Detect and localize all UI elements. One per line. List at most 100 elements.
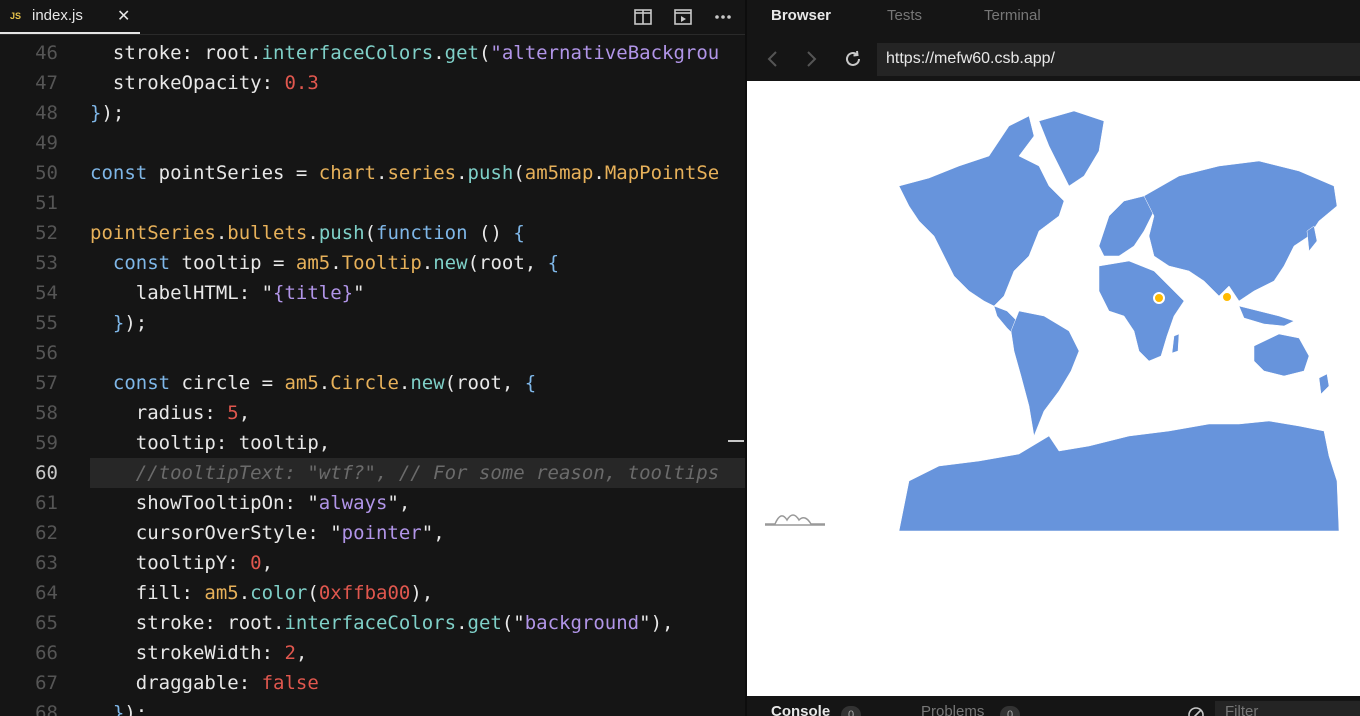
code-line[interactable]: 47 strokeOpacity: 0.3 — [0, 68, 745, 98]
tab-problems[interactable]: Problems — [921, 703, 984, 716]
back-icon[interactable] — [762, 48, 784, 70]
code-line[interactable]: 49 — [0, 128, 745, 158]
code-line[interactable]: 61 showTooltipOn: "always", — [0, 488, 745, 518]
code-token: ); — [101, 102, 125, 124]
line-number: 53 — [35, 252, 58, 274]
line-number: 48 — [35, 102, 58, 124]
line-source: strokeWidth: 2, — [90, 638, 308, 668]
code-token: pointSeries — [90, 222, 216, 244]
india-point[interactable] — [1221, 291, 1233, 303]
tab-console[interactable]: Console — [771, 703, 830, 716]
east-africa-point[interactable] — [1153, 292, 1165, 304]
code-line[interactable]: 64 fill: am5.color(0xffba00), — [0, 578, 745, 608]
code-token: series — [387, 162, 457, 184]
world-map[interactable] — [899, 106, 1339, 531]
antarctica — [899, 420, 1339, 531]
code-token: tooltipY: — [90, 552, 251, 574]
line-number: 56 — [35, 342, 58, 364]
new-zealand — [1318, 373, 1330, 395]
code-line[interactable]: 68 }); — [0, 698, 745, 716]
code-token: tooltip: tooltip, — [90, 432, 331, 454]
line-source: const pointSeries = chart.series.push(am… — [90, 158, 719, 188]
more-icon[interactable] — [713, 7, 733, 27]
code-token: ); — [124, 312, 148, 334]
code-token: . — [456, 612, 468, 634]
code-token: false — [261, 672, 319, 694]
amcharts-logo[interactable] — [763, 506, 827, 528]
code-line[interactable]: 57 const circle = am5.Circle.new(root, { — [0, 368, 745, 398]
code-token: stroke: root. — [90, 42, 262, 64]
code-token: () — [467, 222, 514, 244]
editor-tab-bar: JS index.js ✕ — [0, 0, 745, 35]
line-number: 63 — [35, 552, 58, 574]
line-number: 51 — [35, 192, 58, 214]
code-line[interactable]: 65 stroke: root.interfaceColors.get("bac… — [0, 608, 745, 638]
tab-browser[interactable]: Browser — [771, 7, 831, 24]
console-count-badge: 0 — [841, 706, 861, 716]
code-line[interactable]: 67 draggable: false — [0, 668, 745, 698]
line-number: 59 — [35, 432, 58, 454]
clear-console-icon[interactable] — [1187, 706, 1205, 716]
code-line[interactable]: 51 — [0, 188, 745, 218]
close-icon[interactable]: ✕ — [117, 6, 130, 25]
code-line[interactable]: 56 — [0, 338, 745, 368]
code-line[interactable]: 66 strokeWidth: 2, — [0, 638, 745, 668]
code-line[interactable]: 62 cursorOverStyle: "pointer", — [0, 518, 745, 548]
code-line[interactable]: 63 tooltipY: 0, — [0, 548, 745, 578]
line-number: 68 — [35, 702, 58, 716]
scrollbar-marker[interactable] — [728, 440, 744, 442]
code-token: labelHTML: " — [90, 282, 274, 304]
code-token: am5 — [204, 582, 239, 604]
line-number: 54 — [35, 282, 58, 304]
code-line[interactable]: 50 const pointSeries = chart.series.push(… — [0, 158, 745, 188]
code-token: circle = — [170, 372, 285, 394]
line-number: 62 — [35, 522, 58, 544]
code-line[interactable]: 59 tooltip: tooltip, — [0, 428, 745, 458]
code-token: always — [318, 492, 388, 514]
refresh-icon[interactable] — [842, 48, 864, 70]
line-source: }); — [90, 98, 124, 128]
code-token: am5 — [295, 252, 331, 274]
code-token: ( — [364, 222, 377, 244]
code-line[interactable]: 60 //tooltipText: "wtf?", // For some re… — [0, 458, 745, 488]
code-token: stroke: root. — [90, 612, 285, 634]
code-token: . — [215, 222, 228, 244]
tab-terminal[interactable]: Terminal — [984, 7, 1041, 24]
line-number: 64 — [35, 582, 58, 604]
code-line[interactable]: 58 radius: 5, — [0, 398, 745, 428]
tab-tests[interactable]: Tests — [887, 7, 922, 24]
code-token: strokeOpacity: — [90, 72, 285, 94]
line-source: tooltipY: 0, — [90, 548, 273, 578]
code-line[interactable]: 52 pointSeries.bullets.push(function () { — [0, 218, 745, 248]
code-token: ( — [307, 582, 319, 604]
code-line[interactable]: 48}); — [0, 98, 745, 128]
line-source: cursorOverStyle: "pointer", — [90, 518, 445, 548]
line-number: 60 — [35, 462, 58, 484]
filter-input[interactable]: Filter — [1215, 701, 1360, 716]
code-line[interactable]: 54 labelHTML: "{title}" — [0, 278, 745, 308]
africa — [1098, 260, 1185, 362]
preview-icon[interactable] — [673, 7, 693, 27]
tab-index-js[interactable]: JS index.js ✕ — [0, 0, 140, 34]
code-line[interactable]: 46 stroke: root.interfaceColors.get("alt… — [0, 38, 745, 68]
browser-viewport — [747, 81, 1360, 696]
url-bar[interactable]: https://mefw60.csb.app/ — [877, 43, 1360, 76]
line-source: tooltip: tooltip, — [90, 428, 330, 458]
split-editor-icon[interactable] — [633, 7, 653, 27]
code-line[interactable]: 55 }); — [0, 308, 745, 338]
code-token: "), — [639, 612, 674, 634]
code-token: ), — [410, 582, 434, 604]
code-token: ); — [124, 702, 148, 716]
code-token: get — [444, 42, 479, 64]
forward-icon[interactable] — [800, 48, 822, 70]
south-america — [1010, 310, 1080, 437]
code-token: , — [295, 642, 308, 664]
code-token: . — [376, 162, 388, 184]
code-line[interactable]: 53 const tooltip = am5.Tooltip.new(root,… — [0, 248, 745, 278]
line-source: stroke: root.interfaceColors.get("backgr… — [90, 608, 674, 638]
code-token: ", — [387, 492, 411, 514]
code-token: } — [90, 702, 125, 716]
code-token: . — [318, 372, 331, 394]
line-number: 66 — [35, 642, 58, 664]
southeast-asia — [1238, 305, 1295, 327]
